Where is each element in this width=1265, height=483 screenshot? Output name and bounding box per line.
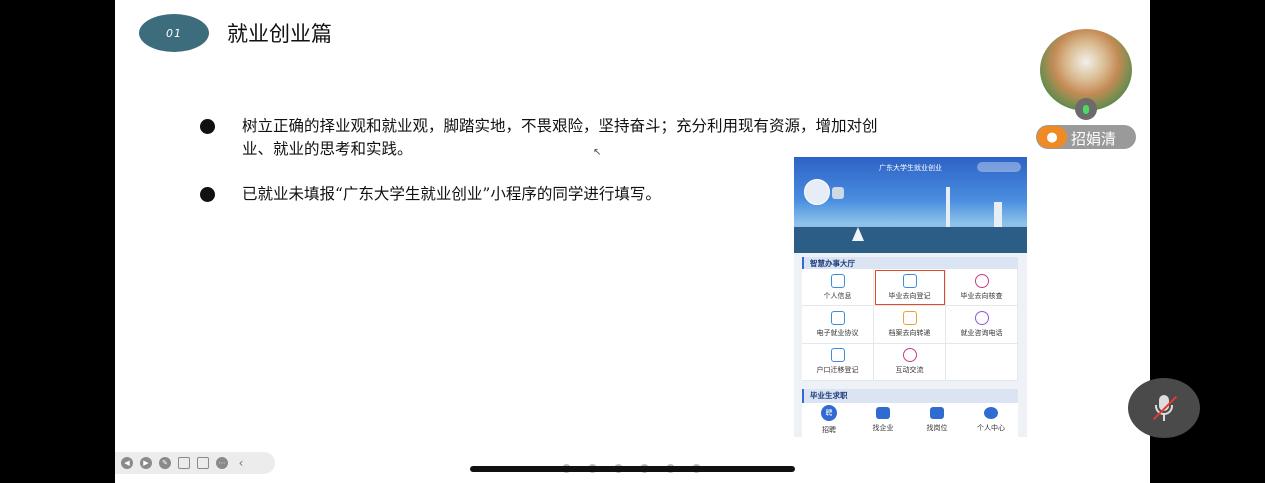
mic-stand	[1163, 415, 1165, 421]
building-illustration	[994, 202, 1002, 230]
bullet-line: 树立正确的择业观和就业观，脚踏实地，不畏艰险，坚持奋斗；充分利用现有资源，增加对…	[242, 117, 878, 135]
document-icon	[830, 310, 845, 325]
job-personal-center[interactable]: 个人中心	[964, 403, 1018, 437]
job-label: 找企业	[872, 424, 894, 432]
jobs-row: 聘 招聘 找企业 找岗位 个人中心	[802, 403, 1018, 437]
services-grid: 个人信息 毕业去向登记 毕业去向核查 电子就业协议 档案去向转递 就业咨询电话	[802, 269, 1018, 381]
service-label: 户口迁移登记	[816, 366, 859, 375]
bullet-text: 已就业未填报“广东大学生就业创业”小程序的同学进行填写。	[242, 183, 661, 206]
service-label: 档案去向转递	[888, 328, 931, 337]
screenshot-icon[interactable]	[178, 457, 190, 469]
user-icon	[984, 407, 998, 419]
job-find-position[interactable]: 找岗位	[910, 403, 964, 437]
job-label: 找岗位	[926, 424, 948, 432]
capsule-menu-icon	[977, 162, 1021, 172]
building-icon	[876, 407, 890, 419]
service-household-migration[interactable]: 户口迁移登记	[802, 343, 874, 381]
briefcase-icon	[930, 407, 944, 419]
mute-button[interactable]	[1128, 378, 1200, 438]
mouse-cursor-icon: ↖	[593, 147, 602, 158]
previous-icon[interactable]: ◀	[121, 457, 133, 469]
service-graduation-check[interactable]: 毕业去向核查	[946, 269, 1018, 307]
check-icon	[974, 273, 989, 288]
service-label: 毕业去向核查	[960, 291, 1003, 300]
service-archive-transfer[interactable]: 档案去向转递	[874, 306, 946, 344]
recruit-icon: 聘	[821, 405, 837, 421]
miniprogram-screenshot: 广东大学生就业创业 智慧办事大厅 个人信息 毕业去向登记 毕业去向核查 电子就业…	[794, 157, 1027, 437]
presentation-toolbar: ◀ ▶ ✎ ⋯ ‹	[115, 452, 275, 474]
bullet-line: 已就业未填报“广东大学生就业创业”小程序的同学进行填写。	[242, 185, 661, 203]
home-indicator[interactable]	[470, 466, 795, 472]
pen-icon[interactable]: ✎	[159, 457, 171, 469]
next-icon[interactable]: ▶	[140, 457, 152, 469]
person-doc-icon	[830, 273, 845, 288]
bullet-dot-icon	[200, 187, 215, 202]
presentation-slide: 01 就业创业篇 树立正确的择业观和就业观，脚踏实地，不畏艰险，坚持奋斗；充分利…	[115, 0, 1150, 483]
camera-icon[interactable]	[197, 457, 209, 469]
service-hotline[interactable]: 就业咨询电话	[946, 306, 1018, 344]
bullet-item: 树立正确的择业观和就业观，脚踏实地，不畏艰险，坚持奋斗；充分利用现有资源，增加对…	[200, 115, 1100, 163]
service-personal-info[interactable]: 个人信息	[802, 269, 874, 307]
job-recruit[interactable]: 聘 招聘	[802, 403, 856, 437]
service-e-agreement[interactable]: 电子就业协议	[802, 306, 874, 344]
job-label: 招聘	[822, 426, 836, 434]
briefcase-icon	[902, 273, 917, 288]
service-interaction[interactable]: 互动交流	[874, 343, 946, 381]
service-empty	[946, 343, 1018, 381]
service-label: 毕业去向登记	[888, 291, 931, 300]
badge-icon	[832, 187, 844, 199]
list-icon	[830, 348, 845, 363]
sail-illustration	[852, 227, 864, 241]
banner-image: 广东大学生就业创业	[794, 157, 1027, 253]
tower-illustration	[946, 187, 950, 229]
sea-illustration	[794, 227, 1027, 253]
bullet-text: 树立正确的择业观和就业观，脚踏实地，不畏艰险，坚持奋斗；充分利用现有资源，增加对…	[242, 115, 878, 161]
user-icon: ●	[1037, 126, 1067, 148]
bullet-line: 业、就业的思考和实践。	[242, 140, 413, 158]
service-label: 电子就业协议	[816, 328, 859, 337]
service-label: 就业咨询电话	[960, 328, 1003, 337]
headset-icon	[902, 348, 917, 363]
participant-name: 招娟清	[1071, 130, 1117, 148]
job-label: 个人中心	[977, 424, 1005, 432]
phone-icon	[974, 310, 989, 325]
mic-muted-icon	[1151, 393, 1178, 423]
bullet-dot-icon	[200, 119, 215, 134]
service-graduation-registration[interactable]: 毕业去向登记	[874, 269, 946, 307]
job-find-company[interactable]: 找企业	[856, 403, 910, 437]
slide-title: 就业创业篇	[227, 22, 332, 46]
user-avatar-icon	[804, 179, 830, 205]
service-label: 个人信息	[823, 291, 852, 300]
section-header-jobs: 毕业生求职	[802, 389, 1018, 403]
collapse-chevron-icon[interactable]: ‹	[235, 456, 247, 470]
more-icon[interactable]: ⋯	[216, 457, 228, 469]
archive-icon	[902, 310, 917, 325]
mic-active-icon	[1075, 98, 1097, 120]
section-number-badge: 01	[139, 14, 209, 52]
mic-level-icon	[1083, 104, 1089, 114]
service-label: 互动交流	[895, 366, 924, 375]
